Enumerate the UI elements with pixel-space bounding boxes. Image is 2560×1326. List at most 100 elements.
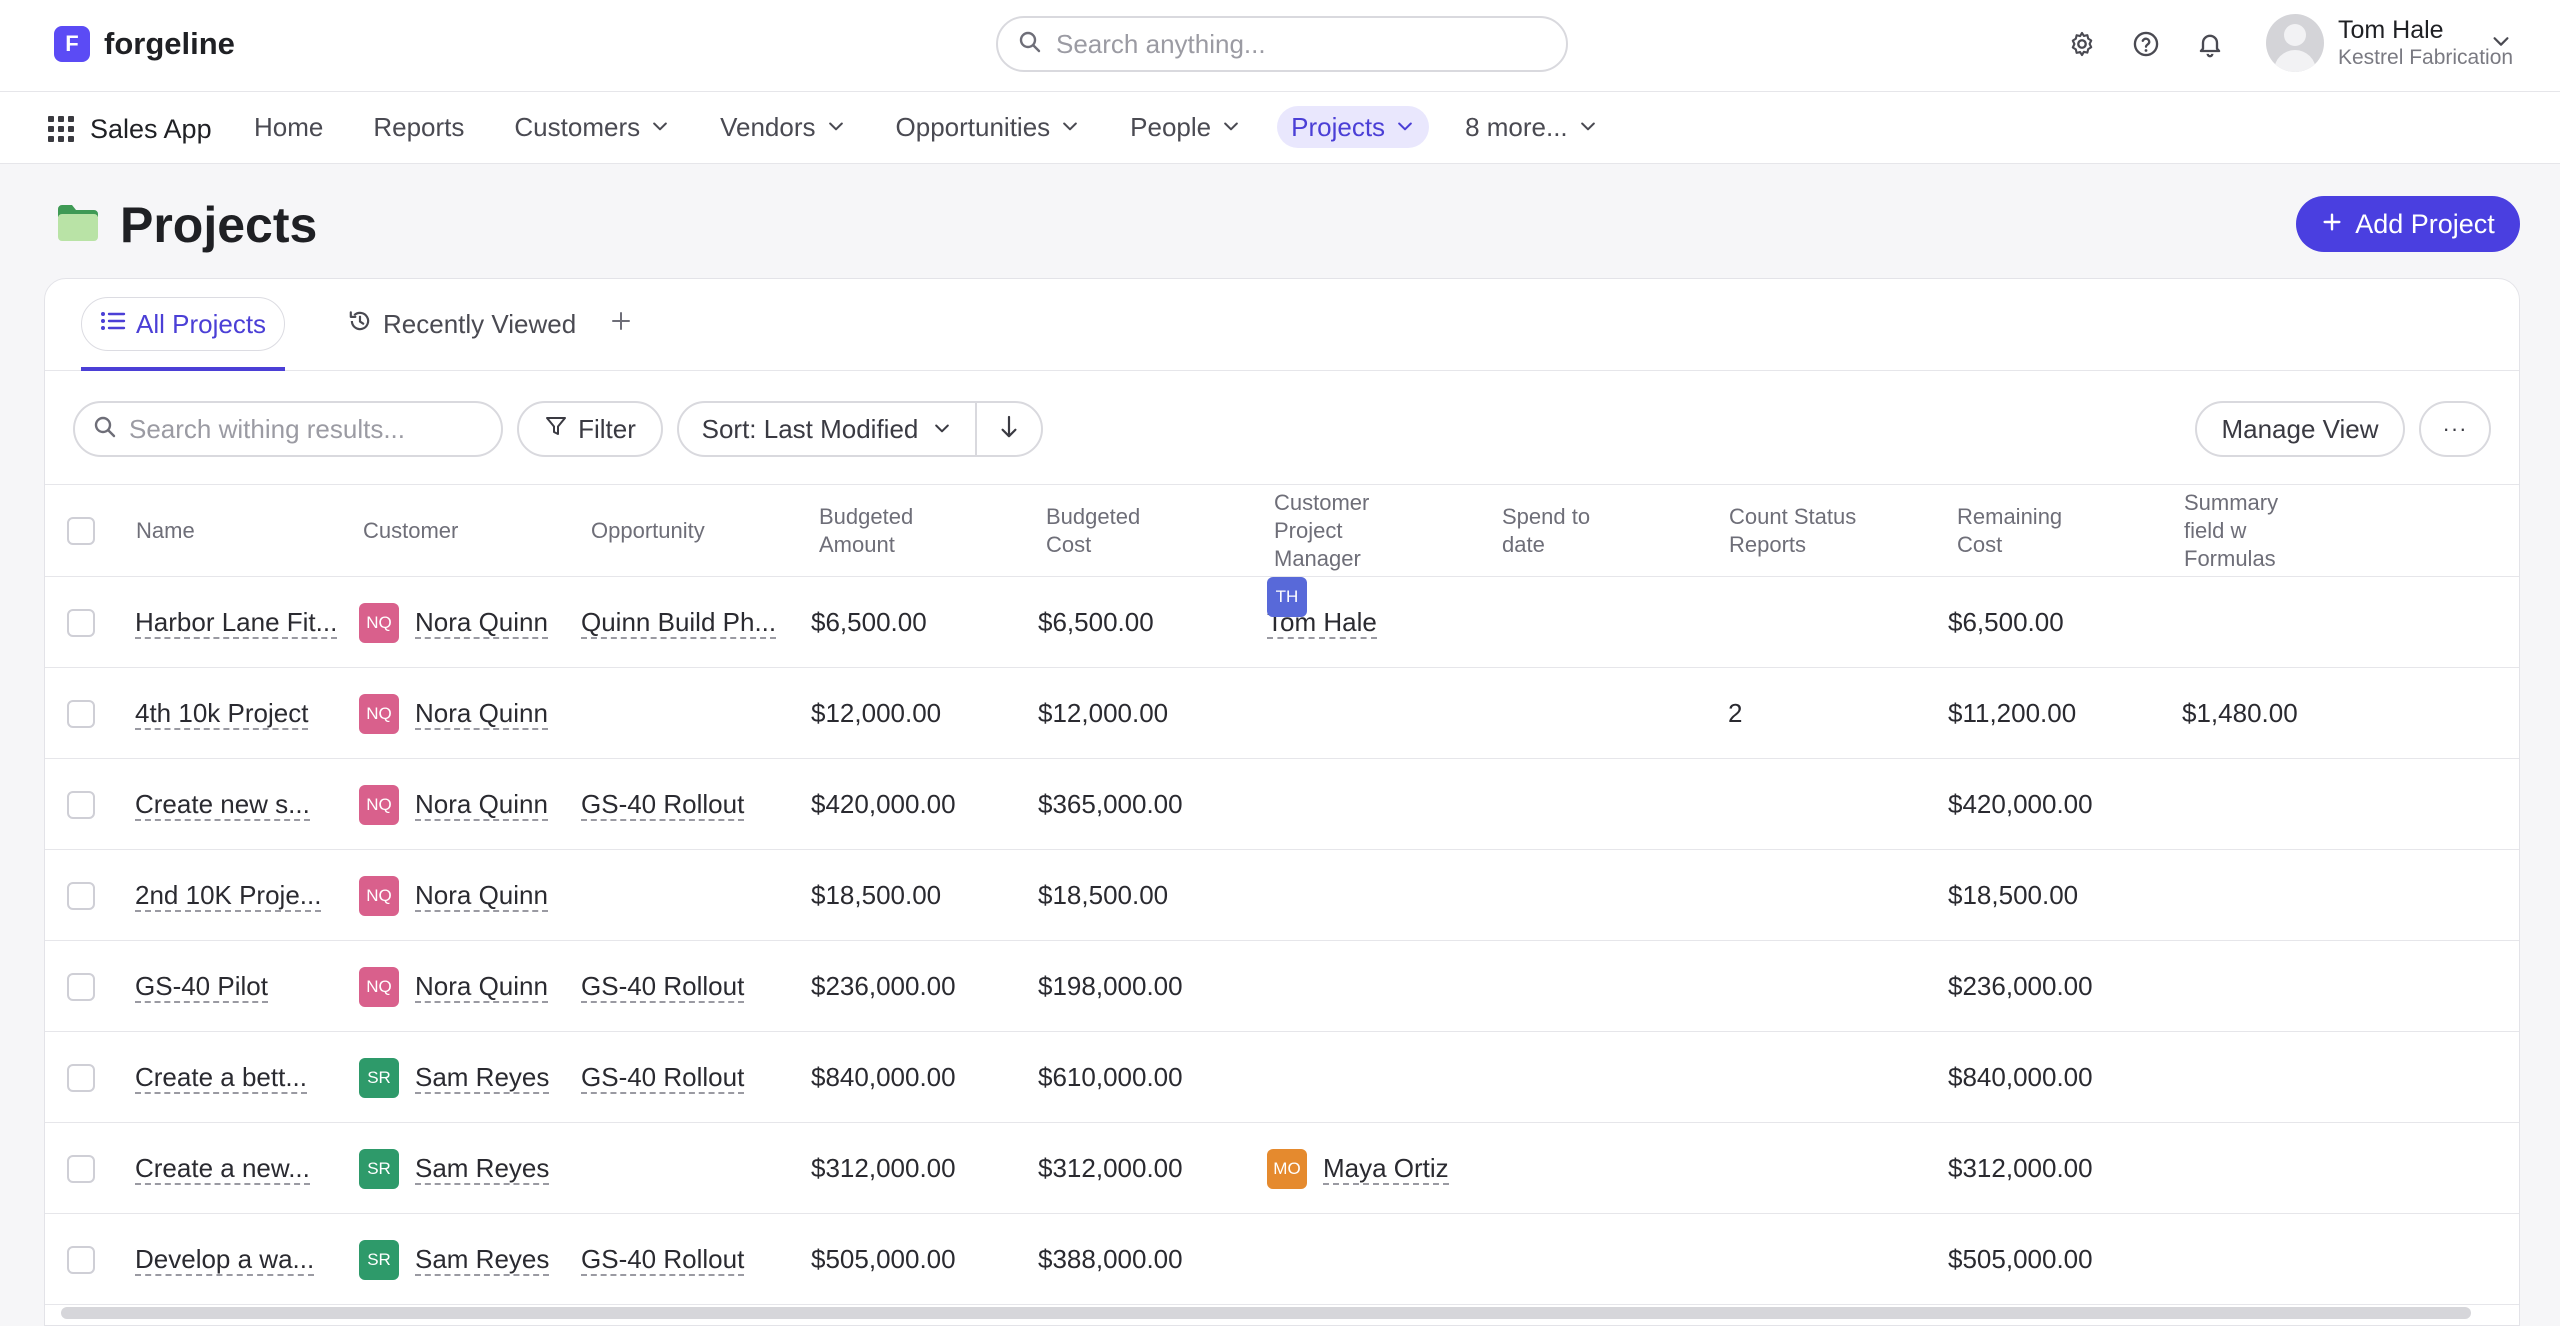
row-checkbox[interactable] (67, 1245, 95, 1274)
customer-link[interactable]: Sam Reyes (415, 1062, 550, 1094)
column-header-spend-to-date[interactable]: Spend to date (1502, 485, 1622, 577)
tab-all-projects[interactable]: All Projects (81, 297, 286, 351)
horizontal-scrollbar[interactable] (61, 1307, 2471, 1319)
project-name-link[interactable]: GS-40 Pilot (135, 971, 268, 1003)
column-header-budgeted-cost[interactable]: Budgeted Cost (1046, 485, 1166, 577)
brand-logo[interactable]: F forgeline (54, 26, 235, 62)
remaining-cost-cell: $312,000.00 (1948, 1153, 2093, 1183)
name-cell: Create a bett... (135, 1032, 307, 1123)
manager-link[interactable]: Maya Ortiz (1323, 1153, 1449, 1185)
more-options-button[interactable]: ··· (2419, 401, 2491, 457)
column-header-count-status-reports[interactable]: Count Status Reports (1729, 485, 1879, 577)
add-tab-plus-icon[interactable] (609, 309, 633, 338)
nav-item-vendors[interactable]: Vendors (706, 106, 859, 148)
table-row: Create a new... SR Sam Reyes $312,000.00 $31… (45, 1123, 2519, 1214)
row-checkbox[interactable] (67, 881, 95, 910)
table-row: 4th 10k Project NQ Nora Quinn $12,000.00 $12… (45, 668, 2519, 759)
row-checkbox[interactable] (67, 790, 95, 819)
select-all-cell (67, 485, 95, 577)
project-name-link[interactable]: Create a new... (135, 1153, 310, 1185)
view-tabs: All Projects Recently Viewed (45, 279, 2519, 371)
name-cell: GS-40 Pilot (135, 941, 268, 1032)
table-row: Create a bett... SR Sam Reyes GS-40 Rollout… (45, 1032, 2519, 1123)
opportunity-link[interactable]: GS-40 Rollout (581, 1244, 745, 1276)
column-header-summary-field[interactable]: Summary field w Formulas (2184, 485, 2304, 577)
column-header-remaining-cost[interactable]: Remaining Cost (1957, 485, 2077, 577)
notifications-bell-icon[interactable] (2192, 26, 2228, 62)
history-icon (347, 308, 373, 341)
row-checkbox[interactable] (67, 972, 95, 1001)
nav-item-people[interactable]: People (1116, 106, 1255, 148)
nav-item-label: Customers (514, 111, 641, 142)
global-search-input[interactable] (1056, 28, 1536, 60)
tab-recently-viewed[interactable]: Recently Viewed (329, 297, 594, 351)
project-name-link[interactable]: 4th 10k Project (135, 698, 309, 730)
chevron-down-icon (826, 112, 846, 143)
opportunity-link[interactable]: GS-40 Rollout (581, 971, 745, 1003)
customer-link[interactable]: Nora Quinn (415, 698, 548, 730)
results-search-input[interactable] (129, 413, 489, 445)
table-row: Develop a wa... SR Sam Reyes GS-40 Rollout $… (45, 1214, 2519, 1305)
budgeted-cost-cell: $198,000.00 (1038, 971, 1183, 1001)
settings-gear-icon[interactable] (2064, 26, 2100, 62)
customer-link[interactable]: Sam Reyes (415, 1153, 550, 1185)
nav-item-customers[interactable]: Customers (500, 106, 684, 148)
remaining-cost-cell: $840,000.00 (1948, 1062, 2093, 1092)
chevron-down-icon (1395, 112, 1415, 143)
manage-view-button[interactable]: Manage View (2195, 401, 2405, 457)
row-select-cell (67, 759, 95, 850)
name-cell: Develop a wa... (135, 1214, 315, 1305)
row-checkbox[interactable] (67, 1063, 95, 1092)
chevron-down-icon (932, 414, 952, 445)
row-select-cell (67, 577, 95, 668)
opportunity-link[interactable]: GS-40 Rollout (581, 1062, 745, 1094)
column-header-customer-project-manager[interactable]: Customer Project Manager (1274, 485, 1394, 577)
select-all-checkbox[interactable] (67, 517, 95, 545)
search-icon (1018, 30, 1042, 59)
customer-cell: SR Sam Reyes (359, 1123, 550, 1214)
results-search[interactable] (73, 401, 503, 457)
customer-link[interactable]: Nora Quinn (415, 880, 548, 912)
user-chevron-down-icon[interactable] (2490, 30, 2512, 57)
opportunity-cell: GS-40 Rollout (581, 1214, 745, 1305)
row-checkbox[interactable] (67, 608, 95, 637)
row-checkbox[interactable] (67, 699, 95, 728)
nav-item-label: People (1130, 111, 1212, 142)
customer-link[interactable]: Nora Quinn (415, 971, 548, 1003)
sort-direction-button[interactable] (977, 403, 1041, 455)
nav-item-opportunities[interactable]: Opportunities (882, 106, 1095, 148)
nav-item-8-more[interactable]: 8 more... (1451, 106, 1612, 148)
customer-cell: NQ Nora Quinn (359, 941, 548, 1032)
add-project-button[interactable]: Add Project (2296, 196, 2520, 252)
sort-field-dropdown[interactable]: Sort: Last Modified (679, 403, 977, 455)
filter-button[interactable]: Filter (517, 401, 663, 457)
remaining-cost-cell: $11,200.00 (1948, 698, 2077, 728)
budgeted-cost-cell: $12,000.00 (1038, 698, 1169, 728)
column-header-budgeted-amount[interactable]: Budgeted Amount (819, 485, 939, 577)
row-checkbox[interactable] (67, 1154, 95, 1183)
project-name-link[interactable]: Create a bett... (135, 1062, 307, 1094)
opportunity-link[interactable]: GS-40 Rollout (581, 789, 745, 821)
column-header-opportunity[interactable]: Opportunity (591, 485, 705, 577)
column-header-name[interactable]: Name (136, 485, 195, 577)
opportunity-link[interactable]: Quinn Build Ph... (581, 607, 777, 639)
global-search[interactable] (996, 16, 1568, 72)
customer-link[interactable]: Sam Reyes (415, 1244, 550, 1276)
nav-item-reports[interactable]: Reports (359, 106, 478, 148)
opportunity-cell: Quinn Build Ph... (581, 577, 777, 668)
project-name-link[interactable]: Develop a wa... (135, 1244, 315, 1276)
list-icon (100, 309, 126, 340)
user-menu[interactable]: Tom Hale Kestrel Fabrication (2266, 14, 2513, 72)
column-header-customer[interactable]: Customer (363, 485, 458, 577)
project-name-link[interactable]: Create new s... (135, 789, 310, 821)
project-name-link[interactable]: 2nd 10K Proje... (135, 880, 322, 912)
help-icon[interactable] (2128, 26, 2164, 62)
nav-item-home[interactable]: Home (240, 106, 337, 148)
app-launcher-grid-icon[interactable] (48, 116, 74, 142)
customer-link[interactable]: Nora Quinn (415, 607, 548, 639)
customer-link[interactable]: Nora Quinn (415, 789, 548, 821)
chevron-down-icon (1221, 112, 1241, 143)
nav-item-projects[interactable]: Projects (1277, 106, 1430, 148)
project-name-link[interactable]: Harbor Lane Fit... (135, 607, 338, 639)
arrow-down-icon (998, 414, 1020, 445)
